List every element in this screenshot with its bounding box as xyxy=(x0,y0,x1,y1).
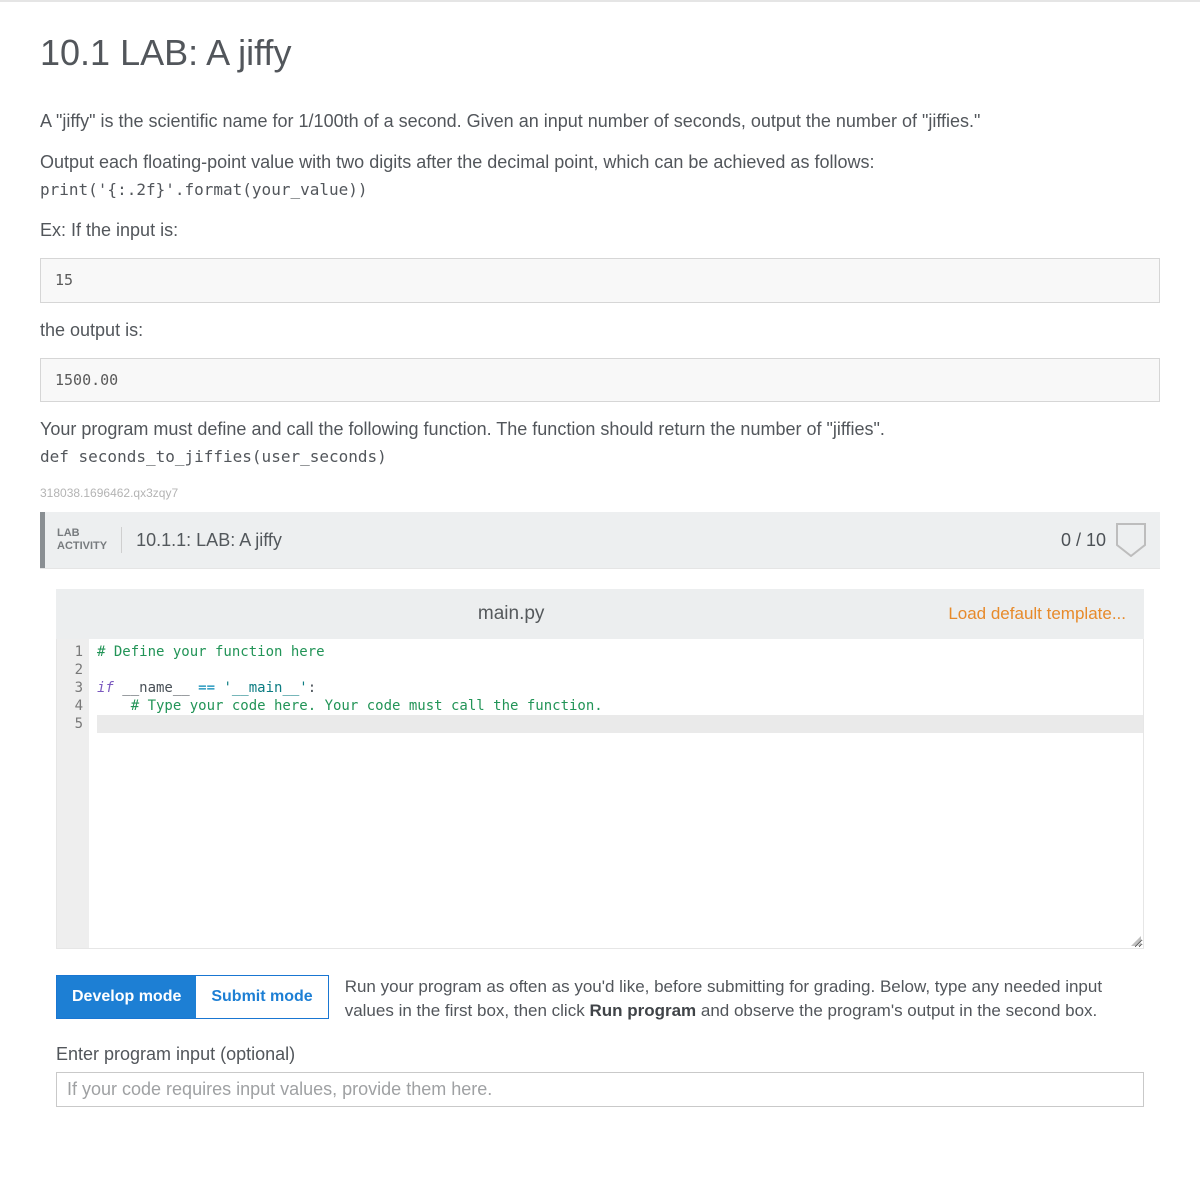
lab-activity-title: 10.1.1: LAB: A jiffy xyxy=(122,527,1061,554)
lab-activity-bar: LAB ACTIVITY 10.1.1: LAB: A jiffy 0 / 10 xyxy=(40,512,1160,568)
lab-score: 0 / 10 xyxy=(1061,527,1106,554)
editor-filebar: main.py Load default template... xyxy=(56,589,1144,639)
page-title: 10.1 LAB: A jiffy xyxy=(40,26,1160,80)
code-editor[interactable]: 1 2 3 4 5 # Define your function here if… xyxy=(56,639,1144,949)
line-gutter: 1 2 3 4 5 xyxy=(57,639,89,948)
mode-toggle[interactable]: Develop mode Submit mode xyxy=(56,975,329,1019)
intro-paragraph-1: A "jiffy" is the scientific name for 1/1… xyxy=(40,108,1160,135)
program-input-label: Enter program input (optional) xyxy=(56,1041,1144,1068)
run-explanation: Run your program as often as you'd like,… xyxy=(345,975,1144,1023)
shield-icon xyxy=(1116,523,1146,557)
example-label-output: the output is: xyxy=(40,317,1160,344)
editor-filename: main.py xyxy=(74,600,948,629)
function-req-paragraph: Your program must define and call the fo… xyxy=(40,416,1160,470)
function-signature: def seconds_to_jiffies(user_seconds) xyxy=(40,447,387,466)
question-id: 318038.1696462.qx3zqy7 xyxy=(40,484,1160,502)
program-input[interactable] xyxy=(56,1072,1144,1107)
format-code: print('{:.2f}'.format(your_value)) xyxy=(40,180,368,199)
example-input-box: 15 xyxy=(40,258,1160,303)
load-default-link[interactable]: Load default template... xyxy=(948,601,1126,627)
submit-mode-button[interactable]: Submit mode xyxy=(196,976,327,1018)
develop-mode-button[interactable]: Develop mode xyxy=(57,976,196,1018)
resize-handle-icon[interactable] xyxy=(1131,936,1141,946)
example-output-box: 1500.00 xyxy=(40,358,1160,403)
example-label-input: Ex: If the input is: xyxy=(40,217,1160,244)
code-content[interactable]: # Define your function here if __name__ … xyxy=(57,639,1143,733)
lab-activity-tag: LAB ACTIVITY xyxy=(57,527,122,553)
intro-paragraph-2: Output each floating-point value with tw… xyxy=(40,149,1160,203)
